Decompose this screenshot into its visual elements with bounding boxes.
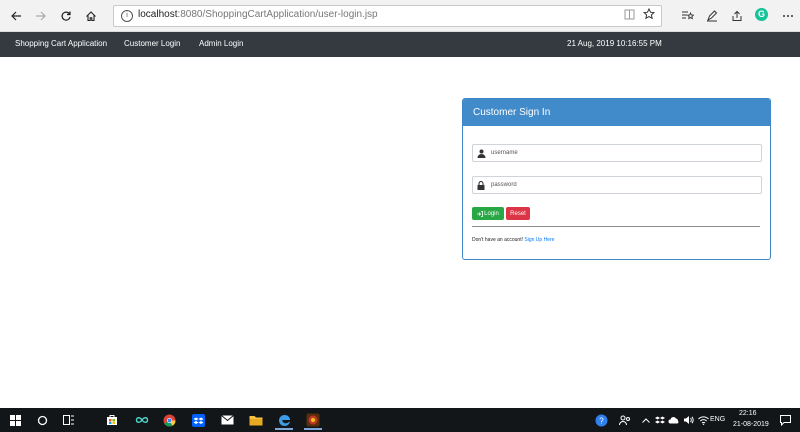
favorite-star-icon[interactable] xyxy=(643,8,655,20)
game-app-icon[interactable] xyxy=(302,410,324,430)
dropbox-icon[interactable] xyxy=(187,410,209,430)
password-field[interactable] xyxy=(472,176,762,194)
notification-center-icon[interactable] xyxy=(774,410,796,430)
login-label: Login xyxy=(484,210,499,217)
login-button[interactable]: Login xyxy=(472,207,504,220)
forward-arrow-icon[interactable] xyxy=(31,6,51,26)
input-language[interactable]: ENG xyxy=(710,416,725,423)
svg-text:?: ? xyxy=(599,416,604,425)
card-title: Customer Sign In xyxy=(463,99,770,126)
username-input[interactable] xyxy=(491,146,751,159)
navbar-brand[interactable]: Shopping Cart Application xyxy=(15,39,107,48)
grammarly-extension-icon[interactable]: G xyxy=(755,8,768,21)
address-bar[interactable]: i localhost:8080/ShoppingCartApplication… xyxy=(113,5,662,27)
pen-icon[interactable] xyxy=(702,6,722,26)
help-icon[interactable]: ? xyxy=(590,410,612,430)
username-field[interactable] xyxy=(472,144,762,162)
edge-browser-icon[interactable] xyxy=(273,410,295,430)
login-icon xyxy=(477,210,484,217)
home-icon[interactable] xyxy=(81,6,101,26)
url-host: localhost xyxy=(138,9,178,20)
windows-start-icon[interactable] xyxy=(4,410,26,430)
active-app-indicator xyxy=(275,428,293,430)
more-menu-icon[interactable] xyxy=(778,6,798,26)
share-icon[interactable] xyxy=(727,6,747,26)
navbar-datetime: 21 Aug, 2019 10:16:55 PM xyxy=(567,39,662,48)
app-navbar: Shopping Cart Application Customer Login… xyxy=(0,32,800,57)
search-icon[interactable] xyxy=(31,410,53,430)
url-path: :8080/ShoppingCartApplication/user-login… xyxy=(177,9,378,20)
people-icon[interactable] xyxy=(614,410,636,430)
user-icon xyxy=(473,145,489,161)
signup-prompt: Don't have an account! xyxy=(472,237,523,243)
favorites-hub-icon[interactable] xyxy=(677,6,697,26)
nav-link-customer-login[interactable]: Customer Login xyxy=(124,39,180,48)
signup-link[interactable]: Sign Up Here xyxy=(524,237,554,243)
infinity-app-icon[interactable] xyxy=(131,410,153,430)
chrome-icon[interactable] xyxy=(158,410,180,430)
back-arrow-icon[interactable] xyxy=(6,6,26,26)
url-text[interactable]: localhost:8080/ShoppingCartApplication/u… xyxy=(138,9,378,20)
signin-card: Customer Sign In Login Reset Don't have … xyxy=(462,98,771,260)
windows-taskbar: ? ENG 22:16 21-08-2019 xyxy=(0,408,800,432)
clock-time[interactable]: 22:16 xyxy=(739,410,757,417)
lock-icon xyxy=(473,177,489,193)
store-icon[interactable] xyxy=(101,410,123,430)
password-input[interactable] xyxy=(491,178,751,191)
file-explorer-icon[interactable] xyxy=(245,410,267,430)
divider xyxy=(472,226,760,227)
reset-label: Reset xyxy=(510,210,526,217)
signup-line: Don't have an account! Sign Up Here xyxy=(472,237,554,243)
info-icon[interactable]: i xyxy=(121,10,133,22)
clock-date[interactable]: 21-08-2019 xyxy=(733,421,769,428)
browser-toolbar: i localhost:8080/ShoppingCartApplication… xyxy=(0,0,800,32)
refresh-icon[interactable] xyxy=(56,6,76,26)
reset-button[interactable]: Reset xyxy=(506,207,530,220)
running-app-indicator xyxy=(304,428,322,430)
reading-view-icon[interactable] xyxy=(624,9,635,20)
nav-link-admin-login[interactable]: Admin Login xyxy=(199,39,243,48)
mail-icon[interactable] xyxy=(216,410,238,430)
task-view-icon[interactable] xyxy=(58,410,80,430)
